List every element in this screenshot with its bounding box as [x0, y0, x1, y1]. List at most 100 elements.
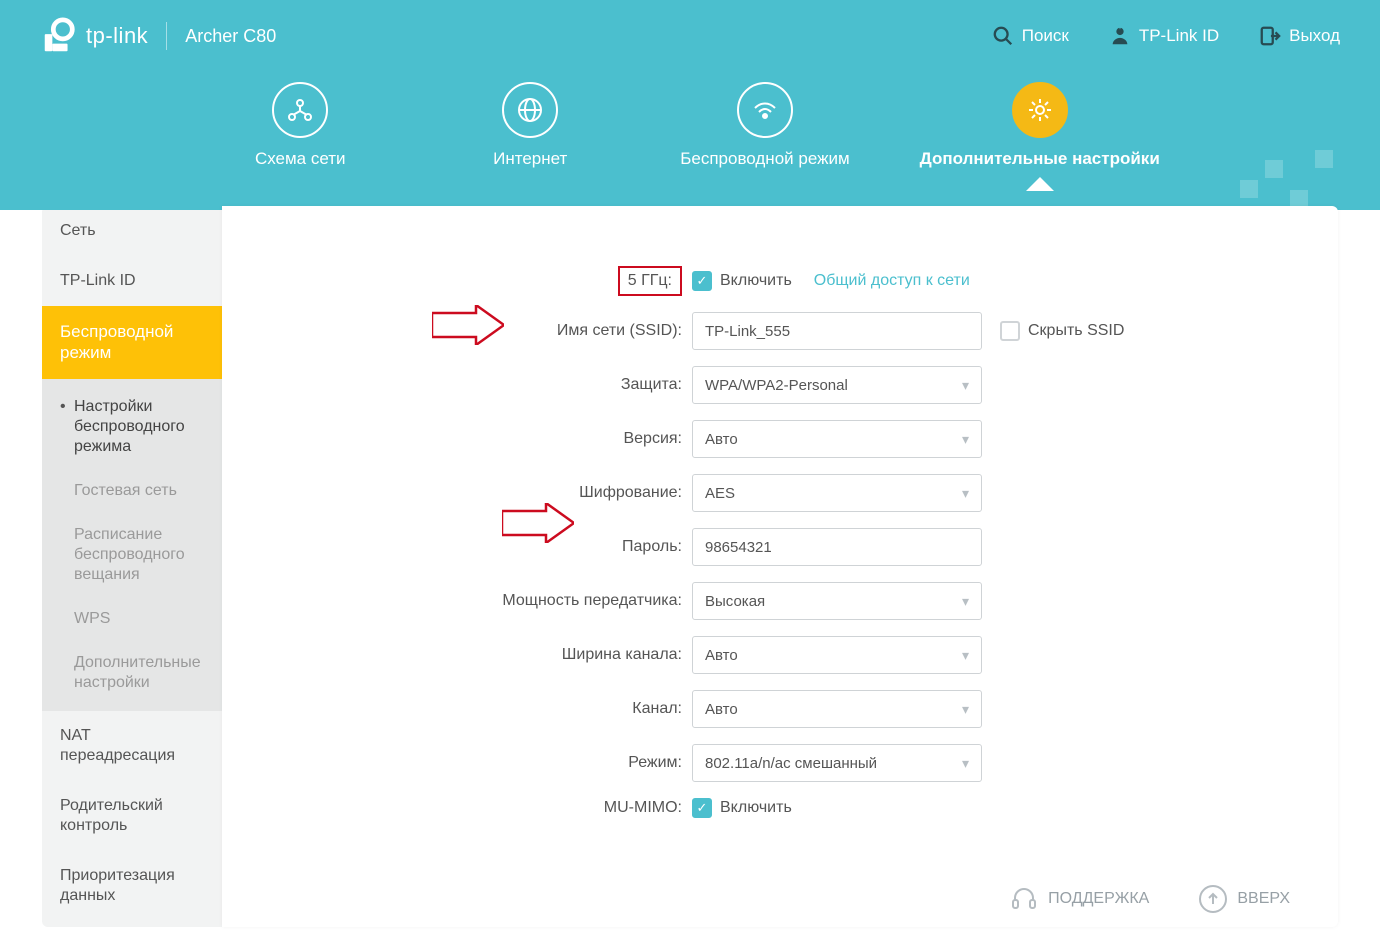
share-network-link[interactable]: Общий доступ к сети — [814, 272, 970, 290]
security-value: WPA/WPA2-Personal — [705, 377, 848, 394]
tplink-logo-icon — [40, 17, 78, 55]
sidebar-item-nat[interactable]: NAT переадресация — [42, 711, 222, 781]
password-input-wrap — [692, 528, 982, 566]
row-ssid: Имя сети (SSID): Скрыть SSID — [262, 312, 1298, 350]
sidebar-item-parental[interactable]: Родительский контроль — [42, 781, 222, 851]
user-icon — [1109, 25, 1131, 47]
txpower-label: Мощность передатчика: — [262, 592, 692, 610]
checkbox-hide-ssid[interactable] — [1000, 321, 1020, 341]
globe-icon — [502, 82, 558, 138]
password-label: Пароль: — [262, 538, 692, 556]
checkbox-mumimo[interactable]: ✓ — [692, 798, 712, 818]
mode-select[interactable]: 802.11a/n/ac смешанный ▾ — [692, 744, 982, 782]
tab-advanced[interactable]: Дополнительные настройки — [920, 82, 1160, 169]
row-mode: Режим: 802.11a/n/ac смешанный ▾ — [262, 744, 1298, 782]
security-select[interactable]: WPA/WPA2-Personal ▾ — [692, 366, 982, 404]
hide-ssid-label: Скрыть SSID — [1028, 322, 1124, 340]
scroll-top-button[interactable]: ВВЕРХ — [1199, 885, 1290, 913]
chevron-down-icon: ▾ — [962, 485, 969, 502]
tplink-id-label: TP-Link ID — [1139, 26, 1219, 46]
annotation-arrow-password-icon — [502, 503, 574, 543]
checkbox-5ghz-enable[interactable]: ✓ — [692, 271, 712, 291]
support-button[interactable]: ПОДДЕРЖКА — [1010, 885, 1149, 913]
header-right: Поиск TP-Link ID Выход — [992, 25, 1340, 47]
brand-logo: tp-link — [40, 17, 148, 55]
brand-area: tp-link Archer C80 — [40, 17, 276, 55]
search-link[interactable]: Поиск — [992, 25, 1069, 47]
ssid-input-wrap — [692, 312, 982, 350]
chanwidth-select[interactable]: Авто ▾ — [692, 636, 982, 674]
search-icon — [992, 25, 1014, 47]
arrow-up-icon — [1199, 885, 1227, 913]
main-panel: 5 ГГц: ✓ Включить Общий доступ к сети Им… — [222, 206, 1338, 927]
sidebar-sub-wireless-schedule[interactable]: Расписание беспроводного вещания — [42, 513, 222, 597]
sidebar-item-network[interactable]: Сеть — [42, 206, 222, 256]
band-5ghz-label-wrap: 5 ГГц: — [262, 266, 692, 296]
annotation-arrow-ssid-icon — [432, 305, 504, 345]
headset-icon — [1010, 885, 1038, 913]
row-mumimo: MU-MIMO: ✓ Включить — [262, 798, 1298, 818]
tab-label: Дополнительные настройки — [920, 148, 1160, 169]
logout-link[interactable]: Выход — [1259, 25, 1340, 47]
brand-text: tp-link — [86, 23, 148, 49]
hide-ssid-wrap: Скрыть SSID — [1000, 321, 1124, 341]
tab-wireless[interactable]: Беспроводной режим — [680, 82, 849, 169]
mumimo-enable-label: Включить — [720, 799, 792, 817]
header: tp-link Archer C80 Поиск TP-Link ID Выхо… — [0, 0, 1380, 210]
row-channel-width: Ширина канала: Авто ▾ — [262, 636, 1298, 674]
network-map-icon — [272, 82, 328, 138]
wifi-icon — [737, 82, 793, 138]
txpower-select[interactable]: Высокая ▾ — [692, 582, 982, 620]
chevron-down-icon: ▾ — [962, 701, 969, 718]
footer-actions: ПОДДЕРЖКА ВВЕРХ — [1010, 885, 1290, 913]
security-label: Защита: — [262, 376, 692, 394]
ssid-input[interactable] — [705, 323, 969, 340]
mode-label: Режим: — [262, 754, 692, 772]
tplink-id-link[interactable]: TP-Link ID — [1109, 25, 1219, 47]
brand-divider — [166, 22, 167, 50]
chanwidth-label: Ширина канала: — [262, 646, 692, 664]
gear-icon — [1012, 82, 1068, 138]
row-band-5ghz: 5 ГГц: ✓ Включить Общий доступ к сети — [262, 266, 1298, 296]
encryption-label: Шифрование: — [262, 484, 692, 502]
sidebar-sub-guest-network[interactable]: Гостевая сеть — [42, 469, 222, 513]
version-select[interactable]: Авто ▾ — [692, 420, 982, 458]
band-5ghz-label: 5 ГГц: — [618, 266, 682, 296]
top-label: ВВЕРХ — [1237, 890, 1290, 908]
chevron-down-icon: ▾ — [962, 755, 969, 772]
row-security: Защита: WPA/WPA2-Personal ▾ — [262, 366, 1298, 404]
row-password: Пароль: — [262, 528, 1298, 566]
model-label: Archer C80 — [185, 26, 276, 47]
tab-internet[interactable]: Интернет — [450, 82, 610, 169]
logout-icon — [1259, 25, 1281, 47]
mumimo-label: MU-MIMO: — [262, 799, 692, 817]
enable-label: Включить — [720, 272, 792, 290]
tab-network-map[interactable]: Схема сети — [220, 82, 380, 169]
tab-label: Беспроводной режим — [680, 148, 849, 169]
chevron-down-icon: ▾ — [962, 593, 969, 610]
sidebar-sub-advanced[interactable]: Дополнительные настройки — [42, 641, 222, 705]
sidebar-submenu: Настройки беспроводного режима Гостевая … — [42, 379, 222, 711]
sidebar-item-tplink-id[interactable]: TP-Link ID — [42, 256, 222, 306]
row-channel: Канал: Авто ▾ — [262, 690, 1298, 728]
header-top: tp-link Archer C80 Поиск TP-Link ID Выхо… — [0, 0, 1380, 72]
encryption-select[interactable]: AES ▾ — [692, 474, 982, 512]
sidebar: Сеть TP-Link ID Беспроводной режим Настр… — [42, 206, 222, 927]
channel-label: Канал: — [262, 700, 692, 718]
logout-label: Выход — [1289, 26, 1340, 46]
main-tabs: Схема сети Интернет Беспроводной режим Д… — [0, 72, 1380, 169]
password-input[interactable] — [705, 539, 969, 556]
tab-label: Схема сети — [255, 148, 346, 169]
sidebar-item-qos[interactable]: Приоритезация данных — [42, 851, 222, 921]
row-version: Версия: Авто ▾ — [262, 420, 1298, 458]
channel-select[interactable]: Авто ▾ — [692, 690, 982, 728]
sidebar-sub-wps[interactable]: WPS — [42, 597, 222, 641]
row-txpower: Мощность передатчика: Высокая ▾ — [262, 582, 1298, 620]
version-value: Авто — [705, 431, 738, 448]
sidebar-item-wireless[interactable]: Беспроводной режим — [42, 306, 222, 379]
chevron-down-icon: ▾ — [962, 377, 969, 394]
sidebar-sub-wireless-settings[interactable]: Настройки беспроводного режима — [42, 385, 222, 469]
encryption-value: AES — [705, 485, 735, 502]
support-label: ПОДДЕРЖКА — [1048, 890, 1149, 908]
search-label: Поиск — [1022, 26, 1069, 46]
